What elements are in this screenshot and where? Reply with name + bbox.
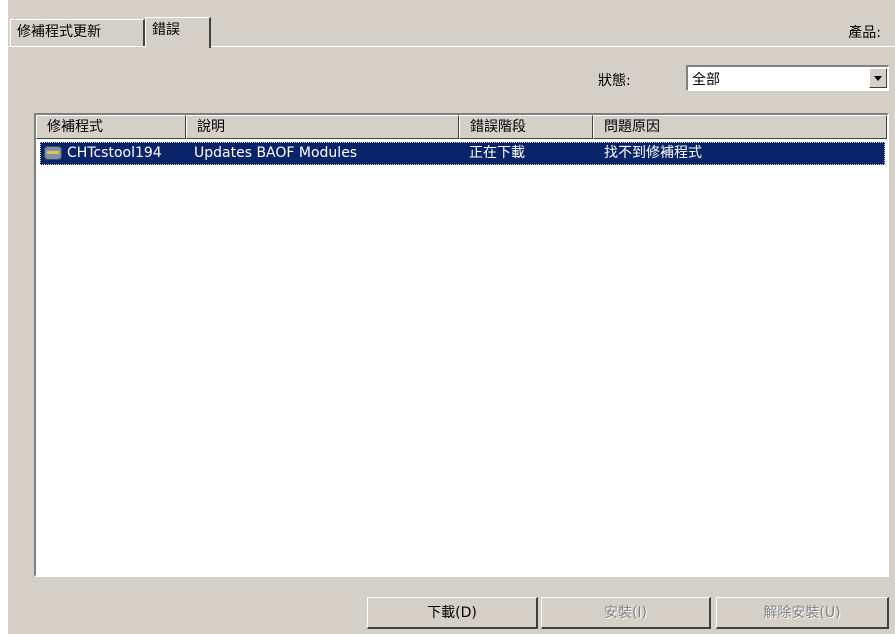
patch-icon	[44, 146, 62, 160]
column-header-error-stage[interactable]: 錯誤階段	[459, 115, 593, 139]
uninstall-button[interactable]: 解除安裝(U)	[716, 597, 889, 629]
column-header-patch[interactable]: 修補程式	[36, 115, 186, 139]
install-button[interactable]: 安裝(I)	[541, 597, 711, 629]
patch-manager-window: 修補程式更新 錯誤 產品: 狀態: 全部 修補程式 說明 錯誤階段 問題原因 C…	[8, 0, 895, 634]
download-button[interactable]: 下載(D)	[367, 597, 538, 629]
tab-errors[interactable]: 錯誤	[145, 17, 211, 48]
product-label: 產品:	[848, 25, 881, 41]
patch-error-list[interactable]: 修補程式 說明 錯誤階段 問題原因 CHTcstool194 Updates B…	[34, 113, 889, 577]
status-dropdown[interactable]: 全部	[686, 65, 889, 91]
status-dropdown-value: 全部	[692, 72, 720, 88]
list-header: 修補程式 說明 錯誤階段 問題原因	[36, 115, 887, 139]
cell-reason: 找不到修補程式	[604, 145, 702, 161]
tab-divider	[8, 46, 895, 47]
tab-patch-updates[interactable]: 修補程式更新	[10, 19, 145, 46]
chevron-down-icon[interactable]	[869, 68, 887, 88]
column-header-reason[interactable]: 問題原因	[593, 115, 887, 139]
status-label: 狀態:	[598, 73, 631, 89]
cell-patch: CHTcstool194	[67, 145, 162, 161]
cell-error-stage: 正在下載	[469, 145, 525, 161]
table-row[interactable]: CHTcstool194 Updates BAOF Modules 正在下載 找…	[40, 142, 885, 165]
cell-description: Updates BAOF Modules	[194, 145, 358, 161]
column-header-description[interactable]: 說明	[186, 115, 459, 139]
